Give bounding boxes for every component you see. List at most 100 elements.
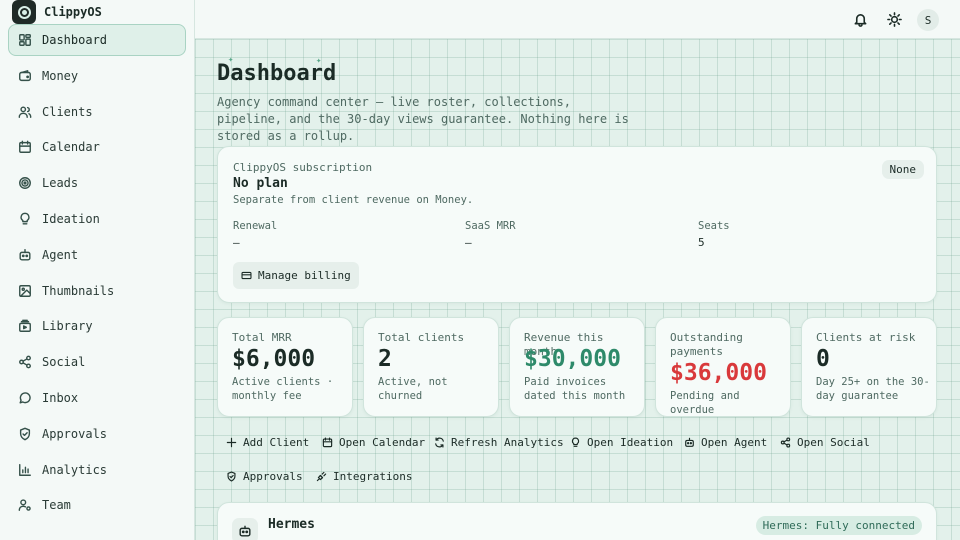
action-label: Add Client bbox=[243, 435, 310, 449]
notifications-bell-icon[interactable] bbox=[851, 10, 869, 28]
share-icon bbox=[780, 436, 791, 448]
kpi-card-total-clients[interactable]: Total clients 2 Active, not churned bbox=[363, 317, 499, 417]
sidebar-item-label: Dashboard bbox=[42, 33, 108, 47]
action-label: Open Ideation bbox=[587, 435, 674, 449]
hermes-title: Hermes bbox=[268, 517, 315, 532]
saas-mrr-value: — bbox=[465, 236, 472, 249]
share-icon bbox=[18, 355, 32, 369]
kpi-subtext: Paid invoices dated this month bbox=[524, 376, 626, 402]
brand[interactable]: ClippyOS bbox=[12, 0, 102, 24]
credit-card-icon bbox=[241, 271, 252, 280]
page-title: Dashboard bbox=[217, 61, 337, 86]
sidebar-item-thumbnails[interactable]: Thumbnails bbox=[8, 275, 186, 307]
calendar-icon bbox=[18, 140, 32, 154]
lightbulb-icon bbox=[571, 436, 580, 447]
subscription-plan: No plan bbox=[233, 176, 288, 191]
sidebar-item-label: Calendar bbox=[42, 140, 100, 155]
action-label: Integrations bbox=[333, 469, 413, 483]
kpi-card-outstanding-payments[interactable]: Outstanding payments $36,000 Pending and… bbox=[655, 317, 791, 417]
main-content: ✦ ✦ Dashboard Agency command center — li… bbox=[195, 39, 960, 540]
open-ideation-button[interactable]: Open Ideation bbox=[570, 431, 673, 453]
avatar[interactable]: S bbox=[917, 9, 939, 31]
shield-check-icon bbox=[227, 470, 236, 482]
theme-toggle-sun-icon[interactable] bbox=[885, 10, 903, 28]
sidebar-item-money[interactable]: Money bbox=[8, 60, 186, 92]
sidebar-item-label: Ideation bbox=[42, 211, 100, 226]
sidebar-item-label: Agent bbox=[42, 247, 79, 262]
user-gear-icon bbox=[18, 498, 32, 512]
plus-icon bbox=[226, 437, 237, 447]
kpi-label: Outstanding payments bbox=[670, 331, 743, 358]
sidebar-item-ideation[interactable]: Ideation bbox=[8, 203, 186, 235]
dashboard-icon bbox=[18, 33, 32, 47]
subscription-label: ClippyOS subscription bbox=[233, 161, 373, 174]
sidebar-item-label: Inbox bbox=[42, 390, 79, 405]
sidebar-item-leads[interactable]: Leads bbox=[8, 167, 186, 199]
refresh-icon bbox=[435, 436, 444, 448]
refresh-analytics-button[interactable]: Refresh Analytics bbox=[434, 431, 564, 453]
brand-name: ClippyOS bbox=[44, 5, 102, 19]
sidebar-item-label: Money bbox=[42, 68, 79, 83]
sidebar-item-agent[interactable]: Agent bbox=[8, 239, 186, 271]
library-icon bbox=[18, 319, 32, 333]
sidebar-item-label: Social bbox=[42, 355, 86, 370]
action-label: Open Agent bbox=[701, 435, 768, 449]
hermes-card: Hermes Hermes: Fully connected bbox=[217, 502, 937, 540]
wallet-icon bbox=[18, 69, 32, 83]
sidebar-item-calendar[interactable]: Calendar bbox=[8, 131, 186, 163]
sidebar-item-team[interactable]: Team bbox=[8, 489, 186, 521]
action-label: Open Calendar bbox=[339, 435, 426, 449]
sidebar-item-label: Team bbox=[42, 498, 71, 513]
lightbulb-icon bbox=[18, 212, 32, 226]
open-social-button[interactable]: Open Social bbox=[780, 431, 870, 453]
sidebar-item-analytics[interactable]: Analytics bbox=[8, 454, 186, 486]
page-description: Agency command center — live roster, col… bbox=[217, 95, 629, 143]
kpi-value: $30,000 bbox=[524, 346, 621, 372]
sidebar-item-label: Leads bbox=[42, 176, 79, 191]
subscription-note: Separate from client revenue on Money. bbox=[233, 194, 474, 206]
topbar: S bbox=[195, 0, 960, 39]
sidebar-item-approvals[interactable]: Approvals bbox=[8, 418, 186, 450]
seats-value: 5 bbox=[698, 236, 705, 249]
kpi-value: $36,000 bbox=[670, 360, 767, 386]
open-calendar-button[interactable]: Open Calendar bbox=[322, 431, 425, 453]
manage-billing-button[interactable]: Manage billing bbox=[233, 262, 359, 289]
sidebar-item-label: Approvals bbox=[42, 426, 108, 441]
subscription-status-badge: None bbox=[881, 160, 924, 179]
renewal-label: Renewal bbox=[233, 220, 278, 232]
sidebar-item-label: Analytics bbox=[42, 462, 108, 477]
sidebar-item-label: Clients bbox=[42, 104, 93, 119]
sidebar-item-inbox[interactable]: Inbox bbox=[8, 382, 186, 414]
kpi-subtext: Active clients · monthly fee bbox=[232, 376, 334, 402]
saas-mrr-label: SaaS MRR bbox=[465, 220, 516, 232]
sidebar-item-label: Thumbnails bbox=[42, 283, 115, 298]
sidebar-item-library[interactable]: Library bbox=[8, 310, 186, 342]
bot-icon bbox=[18, 248, 32, 262]
users-icon bbox=[18, 105, 32, 119]
kpi-value: 2 bbox=[378, 346, 392, 372]
sidebar-item-clients[interactable]: Clients bbox=[8, 96, 186, 128]
sidebar-item-dashboard[interactable]: Dashboard bbox=[8, 24, 186, 56]
subscription-card: ClippyOS subscription No plan Separate f… bbox=[217, 146, 937, 303]
kpi-value: 0 bbox=[816, 346, 830, 372]
add-client-button[interactable]: Add Client bbox=[226, 431, 309, 453]
sidebar: ClippyOS Dashboard Money Clients Calenda… bbox=[0, 0, 195, 540]
clippyos-logo-icon bbox=[12, 0, 36, 24]
kpi-subtext: Pending and overdue bbox=[670, 390, 740, 416]
open-agent-button[interactable]: Open Agent bbox=[684, 431, 767, 453]
manage-billing-label: Manage billing bbox=[258, 269, 351, 282]
shield-check-icon bbox=[18, 427, 32, 441]
hermes-status-badge: Hermes: Fully connected bbox=[755, 516, 922, 535]
kpi-subtext: Day 25+ on the 30-day guarantee bbox=[816, 376, 930, 402]
integrations-button[interactable]: Integrations bbox=[316, 465, 412, 487]
kpi-label: Total clients bbox=[378, 331, 465, 344]
message-icon bbox=[18, 391, 32, 405]
action-label: Refresh Analytics bbox=[451, 435, 564, 449]
bot-icon bbox=[685, 437, 694, 447]
approvals-button[interactable]: Approvals bbox=[226, 465, 303, 487]
kpi-card-total-mrr[interactable]: Total MRR $6,000 Active clients · monthl… bbox=[217, 317, 353, 417]
kpi-card-revenue-this-month[interactable]: Revenue this month $30,000 Paid invoices… bbox=[509, 317, 645, 417]
kpi-card-clients-at-risk[interactable]: Clients at risk 0 Day 25+ on the 30-day … bbox=[801, 317, 937, 417]
sidebar-item-social[interactable]: Social bbox=[8, 346, 186, 378]
kpi-label: Total MRR bbox=[232, 331, 292, 344]
